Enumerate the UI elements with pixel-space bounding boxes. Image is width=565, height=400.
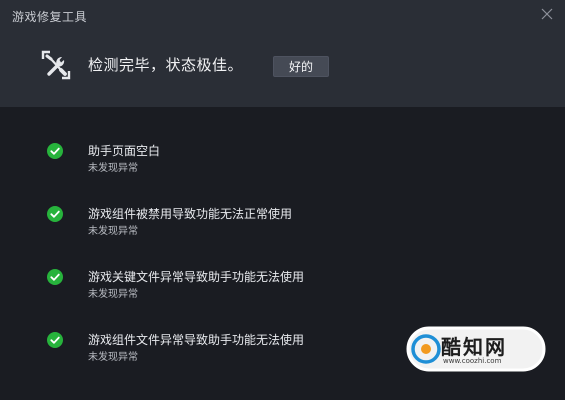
item-status: 未发现异常 <box>88 352 138 363</box>
check-icon <box>47 143 63 159</box>
check-icon <box>47 332 63 348</box>
list-item: 助手页面空白 未发现异常 <box>0 107 565 174</box>
check-icon <box>47 269 63 285</box>
repair-tools-icon <box>40 49 72 81</box>
close-icon <box>541 8 553 20</box>
item-title: 游戏关键文件异常导致助手功能无法使用 <box>88 270 305 284</box>
ok-button[interactable]: 好的 <box>273 56 329 77</box>
watermark-name: 酷知网 <box>441 335 507 359</box>
scan-status-text: 检测完毕，状态极佳。 <box>88 56 244 74</box>
item-title: 游戏组件文件异常导致助手功能无法使用 <box>88 333 305 347</box>
close-button[interactable] <box>540 7 554 21</box>
item-title: 游戏组件被禁用导致功能无法正常使用 <box>88 207 293 221</box>
item-title: 助手页面空白 <box>88 144 161 158</box>
repair-tool-window: 游戏修复工具 检测完毕，状态极佳。 好的 助手页面空白 未发现异常 游戏组件被禁… <box>0 0 565 400</box>
list-item: 游戏组件被禁用导致功能无法正常使用 未发现异常 <box>0 170 565 237</box>
watermark-url: www.coozhi.com <box>443 357 502 365</box>
list-item: 游戏关键文件异常导致助手功能无法使用 未发现异常 <box>0 233 565 300</box>
header-panel: 游戏修复工具 检测完毕，状态极佳。 好的 <box>0 0 565 107</box>
check-icon <box>47 206 63 222</box>
watermark-badge: 酷知网 www.coozhi.com <box>406 326 546 372</box>
window-title: 游戏修复工具 <box>12 10 88 24</box>
